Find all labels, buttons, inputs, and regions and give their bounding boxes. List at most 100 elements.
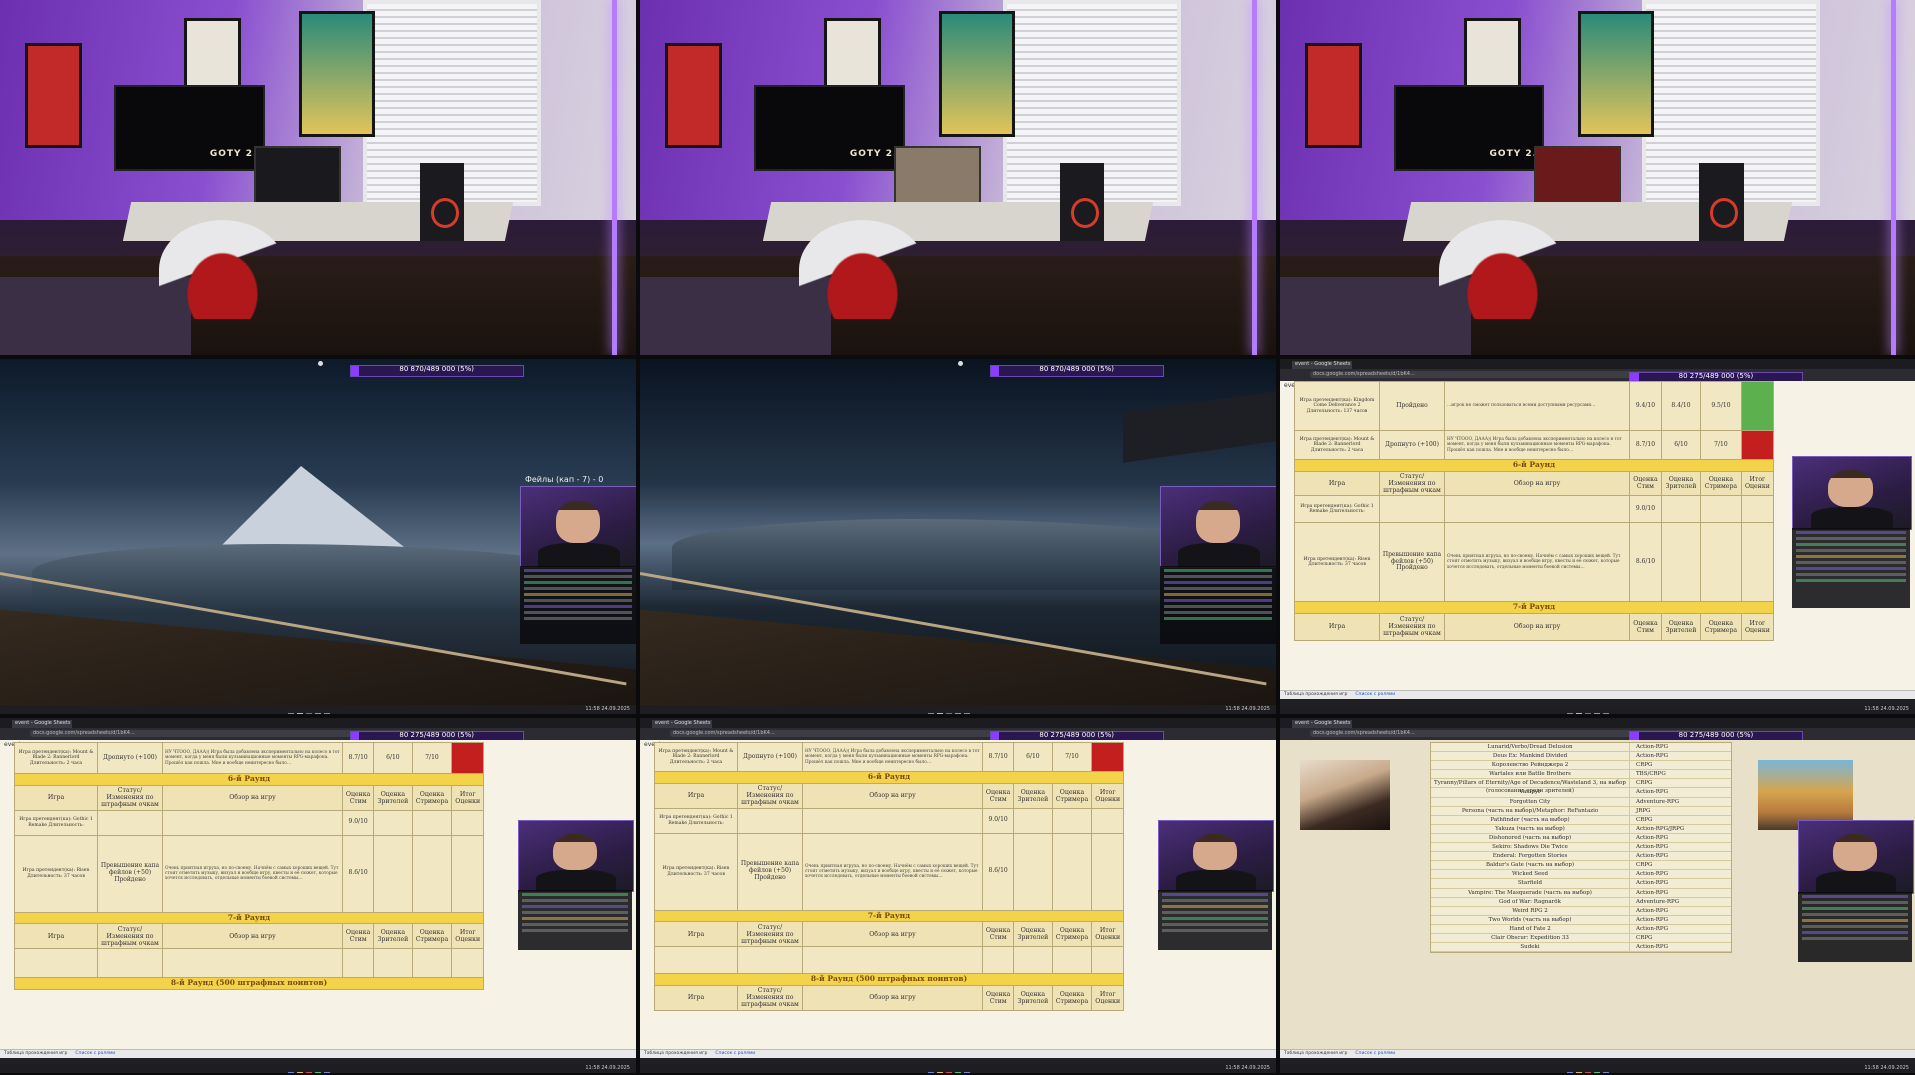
list-item[interactable]: Tyranny/Pillars of Eternity/Age of Decad… [1431, 779, 1731, 794]
cell-viewers[interactable] [1013, 807, 1053, 834]
cell-steam[interactable] [341, 948, 375, 979]
list-item[interactable]: Yakuza (часть на выбор) Action-RPG/JRPG [1431, 824, 1731, 834]
cell-review[interactable]: НУ ЧТООО, ДААА)) Игра была добавлена экс… [162, 742, 343, 774]
sheet-tab-active[interactable]: Список с ролями [715, 1051, 755, 1056]
cell-total[interactable] [1740, 430, 1775, 460]
list-item[interactable]: Dishonored (часть на выбор) Action-RPG [1431, 833, 1731, 844]
cell-review[interactable]: Очень приятная игруха, но по-своему. Нач… [802, 832, 983, 911]
cell-steam[interactable]: 8.6/10 [341, 834, 375, 913]
cell-status[interactable]: Пройдено [1379, 381, 1445, 431]
list-item[interactable]: Baldur's Gate (часть на выбор) CRPG [1431, 861, 1731, 871]
cell-viewers[interactable] [373, 834, 413, 913]
cell-steam[interactable]: 8.7/10 [341, 742, 375, 774]
cell-viewers[interactable]: 6/10 [373, 742, 413, 774]
cell-total[interactable] [451, 948, 484, 979]
list-item[interactable]: Hand of Fate 2 Action-RPG [1431, 924, 1731, 934]
cell-status[interactable] [1379, 495, 1445, 523]
list-item[interactable]: Clair Obscur: Expedition 33 CRPG [1431, 933, 1731, 944]
cell-game[interactable]: Игра претендент(ка): Gothic 1 Remake Дли… [1294, 495, 1380, 523]
cell-total[interactable] [451, 809, 484, 836]
cell-review[interactable] [162, 948, 343, 979]
browser-tab[interactable]: event - Google Sheets [1292, 720, 1352, 728]
cell-steam[interactable] [981, 946, 1015, 975]
cell-streamer[interactable] [411, 948, 453, 979]
list-item[interactable]: Wicked Seed Action-RPG [1431, 870, 1731, 880]
list-item[interactable]: Vampyr Action-RPG [1431, 788, 1731, 798]
cell-steam[interactable]: 9.4/10 [1629, 381, 1662, 431]
cell-steam[interactable]: 9.0/10 [1629, 495, 1662, 523]
cell-streamer[interactable]: 7/10 [411, 742, 453, 774]
list-item[interactable]: Enderal: Forgotten Stories Action-RPG [1431, 852, 1731, 862]
cell-viewers[interactable] [1660, 522, 1702, 602]
cell-game[interactable] [654, 946, 738, 975]
cell-status[interactable]: Превышение капа фейлов (+50) Пройдено [737, 832, 803, 911]
cell-game[interactable]: Игра претендент(ка): Kingdom Come Delive… [1294, 381, 1380, 431]
cell-total[interactable] [1091, 807, 1124, 834]
cell-status[interactable]: Превышение капа фейлов (+50) Пройдено [97, 834, 163, 913]
cell-game[interactable]: Игра претендент(ка): Mount & Blade 2: Ba… [1294, 430, 1380, 460]
cell-status[interactable] [97, 948, 163, 979]
sheet-tab[interactable]: Таблица прохождения игр [1284, 692, 1347, 697]
list-item[interactable]: Pathfinder (часть на выбор) CRPG [1431, 815, 1731, 825]
cell-game[interactable]: Игра претендент(ка): Risen Длительность:… [654, 832, 738, 911]
cell-status[interactable]: Превышение капа фейлов (+50) Пройдено [1379, 522, 1445, 602]
cell-streamer[interactable] [411, 809, 453, 836]
cell-steam[interactable]: 8.7/10 [1629, 430, 1662, 460]
cell-total[interactable] [1091, 742, 1124, 772]
cell-total[interactable] [1740, 522, 1775, 602]
list-item[interactable]: Sekiro: Shadows Die Twice Action-RPG [1431, 843, 1731, 853]
cell-review[interactable]: Очень приятная игруха, но по-своему. Нач… [1444, 522, 1630, 602]
browser-tab[interactable]: event - Google Sheets [12, 720, 72, 728]
list-item[interactable]: Vampire: The Masquerade (часть на выбор)… [1431, 888, 1731, 898]
cell-review[interactable]: НУ ЧТООО, ДААА)) Игра была добавлена экс… [802, 742, 983, 772]
cell-game[interactable]: Игра претендент(ка): Risen Длительность:… [14, 834, 98, 913]
cell-game[interactable]: Игра претендент(ка): Gothic 1 Remake Дли… [654, 807, 738, 834]
list-item[interactable]: Weird RPG 2 Action-RPG [1431, 906, 1731, 916]
cell-game[interactable]: Игра претендент(ка): Mount & Blade 2: Ba… [654, 742, 738, 772]
list-item[interactable]: Starfield Action-RPG [1431, 879, 1731, 889]
browser-tab[interactable]: event - Google Sheets [1292, 361, 1352, 369]
list-item[interactable]: Wartales или Battle Brothers TBS/CRPG [1431, 770, 1731, 780]
cell-viewers[interactable] [1660, 495, 1702, 523]
list-item[interactable]: Forgotten City Adventure-RPG [1431, 797, 1731, 807]
cell-viewers[interactable]: 6/10 [1660, 430, 1702, 460]
cell-status[interactable]: Дропнуто (+100) [97, 742, 163, 774]
sheet-tab-active[interactable]: Список с ролями [1355, 692, 1395, 697]
cell-streamer[interactable] [1051, 807, 1093, 834]
cell-viewers[interactable]: 8.4/10 [1660, 381, 1702, 431]
cell-game[interactable]: Игра претендент(ка): Mount & Blade 2: Ba… [14, 742, 98, 774]
cell-review[interactable]: …игрок не сможет пользоваться всеми дост… [1444, 381, 1630, 431]
cell-total[interactable] [451, 834, 484, 913]
cell-status[interactable] [737, 946, 803, 975]
cell-steam[interactable]: 9.0/10 [981, 807, 1015, 834]
list-item[interactable]: Sudeki Action-RPG [1431, 943, 1731, 953]
cell-steam[interactable]: 8.6/10 [981, 832, 1015, 911]
cell-status[interactable]: Дропнуто (+100) [737, 742, 803, 772]
cell-viewers[interactable] [1013, 832, 1053, 911]
list-item[interactable]: Persona (часть на выбор)/Metaphor: ReFan… [1431, 806, 1731, 816]
sheet-tab-active[interactable]: Список с ролями [1355, 1051, 1395, 1056]
cell-streamer[interactable] [1051, 946, 1093, 975]
cell-viewers[interactable] [373, 948, 413, 979]
cell-steam[interactable]: 8.7/10 [981, 742, 1015, 772]
cell-review[interactable]: Очень приятная игруха, но по-своему. Нач… [162, 834, 343, 913]
cell-review[interactable]: НУ ЧТООО, ДААА)) Игра была добавлена экс… [1444, 430, 1630, 460]
cell-viewers[interactable]: 6/10 [1013, 742, 1053, 772]
sheet-tab-active[interactable]: Список с ролями [75, 1051, 115, 1056]
cell-total[interactable] [451, 742, 484, 774]
sheet-tab[interactable]: Таблица прохождения игр [644, 1051, 707, 1056]
cell-status[interactable]: Дропнуто (+100) [1379, 430, 1445, 460]
list-item[interactable]: Lunarid/Verbo/Dread Delusion Action-RPG [1431, 743, 1731, 753]
cell-game[interactable]: Игра претендент(ка): Risen Длительность:… [1294, 522, 1380, 602]
cell-streamer[interactable]: 7/10 [1051, 742, 1093, 772]
cell-steam[interactable]: 8.6/10 [1629, 522, 1662, 602]
cell-review[interactable] [802, 946, 983, 975]
cell-total[interactable] [1740, 495, 1775, 523]
cell-streamer[interactable] [1700, 522, 1742, 602]
cell-status[interactable] [97, 809, 163, 836]
list-item[interactable]: Two Worlds (часть на выбор) Action-RPG [1431, 915, 1731, 925]
sheet-tab[interactable]: Таблица прохождения игр [4, 1051, 67, 1056]
cell-review[interactable] [162, 809, 343, 836]
cell-streamer[interactable]: 7/10 [1700, 430, 1742, 460]
cell-review[interactable] [802, 807, 983, 834]
